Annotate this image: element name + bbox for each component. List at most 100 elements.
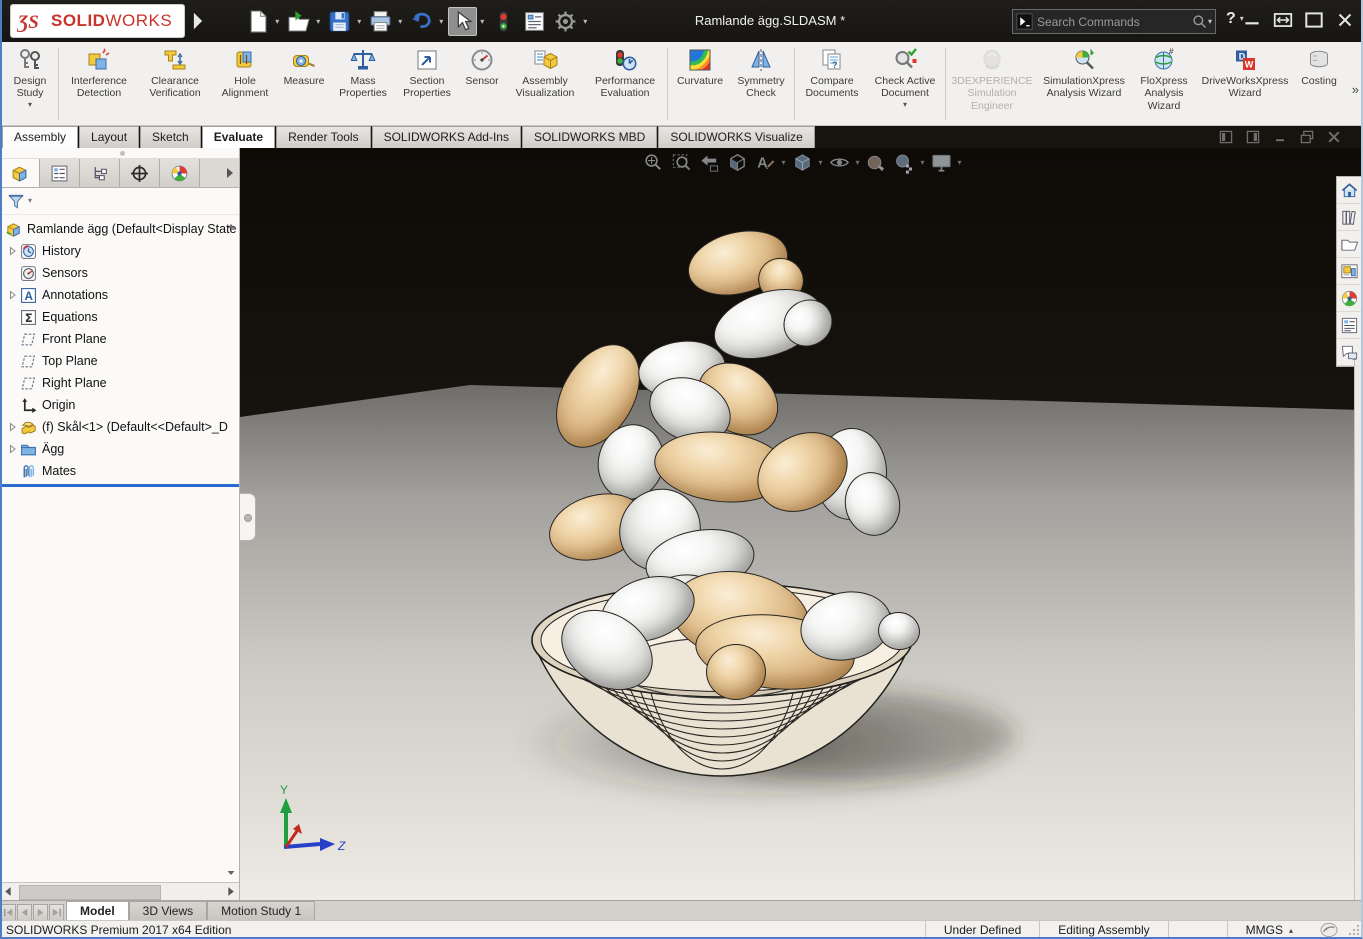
qa-undo-button[interactable]: [407, 7, 436, 36]
scroll-right-icon[interactable]: [224, 885, 237, 898]
search-icon[interactable]: [1191, 13, 1208, 30]
view-settings-caret[interactable]: ▾: [958, 158, 962, 167]
scroll-left-icon[interactable]: [2, 885, 15, 898]
graphics-area[interactable]: Y Z A▾▾▾▾▾: [240, 148, 1363, 900]
taskpane-appearances-scenes-button[interactable]: [1337, 285, 1362, 312]
nav-prev-button[interactable]: [17, 904, 32, 921]
panel-tab-featuremanager[interactable]: [0, 159, 40, 187]
tab-render-tools[interactable]: Render Tools: [276, 126, 371, 148]
panel-tab-more-button[interactable]: [221, 159, 239, 187]
design-study-caret[interactable]: ▾: [28, 101, 32, 109]
panel-splitter-handle[interactable]: [240, 493, 256, 541]
qa-undo-caret[interactable]: ▾: [439, 17, 443, 26]
qa-new-caret[interactable]: ▾: [275, 17, 279, 26]
costing-button[interactable]: Costing: [1294, 43, 1344, 125]
expand-arrow-icon[interactable]: [5, 246, 20, 256]
panel-tab-configurationmanager[interactable]: [80, 159, 120, 187]
minimize-doc-button[interactable]: [1271, 129, 1289, 145]
floxpress-analysis-wizard-button[interactable]: #FloXpress Analysis Wizard: [1132, 43, 1196, 125]
filter-caret[interactable]: ▾: [28, 197, 32, 205]
sensor-button[interactable]: Sensor: [459, 43, 505, 125]
section-properties-button[interactable]: Section Properties: [395, 43, 459, 125]
show-panel-left-button[interactable]: [1217, 129, 1235, 145]
tree-scroll-up-icon[interactable]: [226, 221, 236, 231]
qa-print-caret[interactable]: ▾: [398, 17, 402, 26]
tab-layout[interactable]: Layout: [79, 126, 139, 148]
expand-arrow-icon[interactable]: [5, 290, 20, 300]
tab-evaluate[interactable]: Evaluate: [202, 126, 275, 148]
qa-rebuild-button[interactable]: [489, 7, 518, 36]
qa-print-button[interactable]: [366, 7, 395, 36]
zoom-to-area-button[interactable]: [669, 151, 692, 174]
qa-open-button[interactable]: [284, 7, 313, 36]
tab-solidworks-mbd[interactable]: SOLIDWORKS MBD: [522, 126, 657, 148]
menu-flyout-arrow-icon[interactable]: [191, 10, 205, 32]
tree-item-sensors[interactable]: Sensors: [0, 262, 239, 284]
panel-tab-propertymanager[interactable]: [40, 159, 80, 187]
tree-item-equations[interactable]: ΣEquations: [0, 306, 239, 328]
taskpane-view-palette-button[interactable]: [1337, 258, 1362, 285]
zoom-to-fit-button[interactable]: [641, 151, 664, 174]
taskpane-design-library-button[interactable]: [1337, 204, 1362, 231]
ribbon-overflow-button[interactable]: »: [1352, 82, 1359, 97]
interference-detection-button[interactable]: Interference Detection: [61, 43, 137, 125]
study-tab-model[interactable]: Model: [66, 901, 129, 921]
display-style-button[interactable]: [827, 151, 850, 174]
curvature-button[interactable]: Curvature: [670, 43, 730, 125]
tree-scroll-down-icon[interactable]: [226, 868, 236, 878]
tab-solidworks-add-ins[interactable]: SOLIDWORKS Add-Ins: [372, 126, 521, 148]
tree-item-top-plane[interactable]: Top Plane: [0, 350, 239, 372]
taskpane-file-explorer-button[interactable]: [1337, 231, 1362, 258]
design-study-button[interactable]: Design Study▾: [4, 43, 56, 125]
scrollbar-track[interactable]: [17, 885, 222, 898]
show-panel-right-button[interactable]: [1244, 129, 1262, 145]
view-orientation-button[interactable]: [790, 151, 813, 174]
qa-open-caret[interactable]: ▾: [316, 17, 320, 26]
panel-tab-displaymanager[interactable]: [160, 159, 200, 187]
taskpane-custom-properties-button[interactable]: [1337, 312, 1362, 339]
qa-file-properties-button[interactable]: [520, 7, 549, 36]
taskpane-strip[interactable]: [1354, 360, 1363, 900]
qa-select-button[interactable]: [448, 7, 477, 36]
simulationxpress-analysis-wizard-button[interactable]: SimulationXpress Analysis Wizard: [1036, 43, 1132, 125]
tree-root-item[interactable]: Ramlande ägg (Default<Display State: [0, 218, 239, 240]
search-input[interactable]: [1033, 15, 1191, 29]
qa-options-caret[interactable]: ▾: [583, 17, 587, 26]
view-settings-button[interactable]: [930, 151, 953, 174]
tree-item-gg[interactable]: Ägg: [0, 438, 239, 460]
resize-grip-icon[interactable]: [1347, 923, 1361, 937]
scrollbar-thumb[interactable]: [19, 885, 161, 900]
units-caret-icon[interactable]: ▴: [1289, 926, 1293, 935]
nav-last-button[interactable]: [49, 904, 64, 921]
qa-save-caret[interactable]: ▾: [357, 17, 361, 26]
tree-item-front-plane[interactable]: Front Plane: [0, 328, 239, 350]
rollback-bar[interactable]: [0, 484, 239, 487]
nav-first-button[interactable]: [1, 904, 16, 921]
hole-alignment-button[interactable]: Hole Alignment: [213, 43, 277, 125]
titlebar-minimize-button[interactable]: [1240, 9, 1264, 31]
panel-tab-dimxpertmanager[interactable]: [120, 159, 160, 187]
tree-item-origin[interactable]: Origin: [0, 394, 239, 416]
tab-assembly[interactable]: Assembly: [2, 126, 78, 148]
view-orientation-caret[interactable]: ▾: [818, 158, 822, 167]
restore-doc-button[interactable]: [1298, 129, 1316, 145]
search-caret[interactable]: ▾: [1208, 18, 1212, 26]
mass-properties-button[interactable]: Mass Properties: [331, 43, 395, 125]
check-active-document-caret[interactable]: ▾: [903, 101, 907, 109]
filter-icon[interactable]: [6, 192, 26, 211]
tree-item-annotations[interactable]: AAnnotations: [0, 284, 239, 306]
driveworksxpress-wizard-button[interactable]: DWDriveWorksXpress Wizard: [1196, 43, 1294, 125]
annotation-views-caret[interactable]: ▾: [781, 158, 785, 167]
check-active-document-button[interactable]: Check Active Document▾: [867, 43, 943, 125]
tree-item-mates[interactable]: Mates: [0, 460, 239, 482]
previous-view-button[interactable]: [697, 151, 720, 174]
titlebar-span-displays-button[interactable]: [1271, 9, 1295, 31]
tab-sketch[interactable]: Sketch: [140, 126, 201, 148]
tree-item-history[interactable]: History: [0, 240, 239, 262]
display-style-caret[interactable]: ▾: [855, 158, 859, 167]
symmetry-check-button[interactable]: Symmetry Check: [730, 43, 792, 125]
measure-button[interactable]: Measure: [277, 43, 331, 125]
qa-save-button[interactable]: [325, 7, 354, 36]
egg-component[interactable]: [706, 644, 766, 700]
performance-evaluation-button[interactable]: Performance Evaluation: [585, 43, 665, 125]
